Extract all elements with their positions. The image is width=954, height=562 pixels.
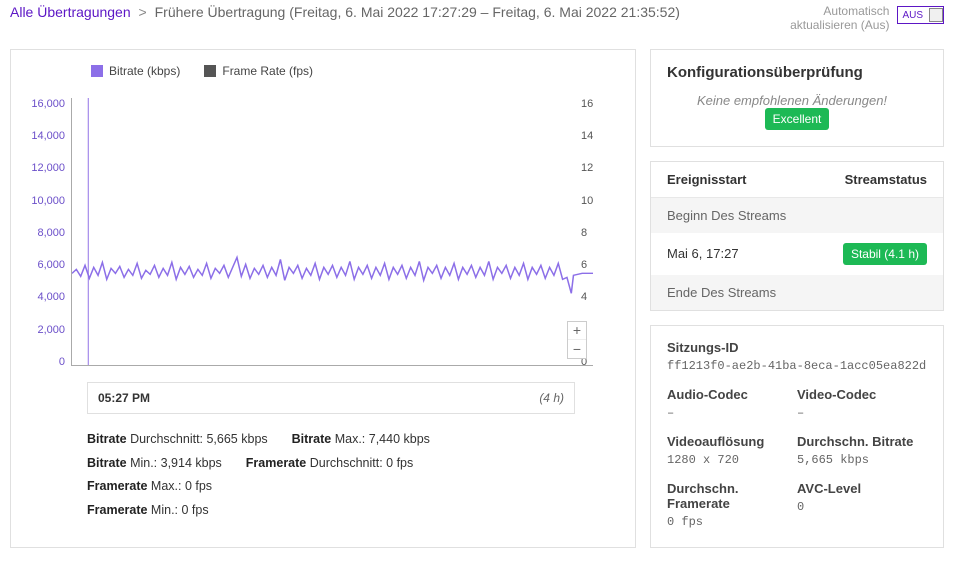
- event-stream-end-row: Ende Des Streams: [651, 275, 943, 310]
- avg-bitrate-value: 5,665 kbps: [797, 453, 927, 467]
- video-res-label: Videoauflösung: [667, 434, 797, 449]
- zoom-controls: + −: [567, 321, 587, 359]
- square-icon: [91, 65, 103, 77]
- event-stream-time-row: Mai 6, 17:27 Stabil (4.1 h): [651, 233, 943, 275]
- chevron-right-icon: >: [139, 4, 147, 20]
- chart-legend: Bitrate (kbps) Frame Rate (fps): [11, 64, 635, 78]
- video-codec-label: Video-Codec: [797, 387, 927, 402]
- toggle-knob-icon: [929, 8, 943, 22]
- avg-fps-label: Durchschn. Framerate: [667, 481, 797, 511]
- session-id-value: ff1213f0-ae2b-41ba-8eca-1acc05ea822d: [667, 359, 927, 373]
- y-left-axis: 16,000 14,000 12,000 10,000 8,000 6,000 …: [17, 94, 65, 374]
- avc-value: 0: [797, 500, 927, 514]
- chart-card: Bitrate (kbps) Frame Rate (fps) 16,000 1…: [10, 49, 636, 548]
- bitrate-line: [72, 98, 593, 365]
- stream-time: Mai 6, 17:27: [667, 246, 739, 261]
- legend-bitrate-label: Bitrate (kbps): [109, 64, 180, 78]
- x-start-time: 05:27 PM: [98, 391, 150, 405]
- excellent-badge: Excellent: [765, 108, 830, 130]
- plot-area[interactable]: + −: [71, 98, 593, 366]
- audio-codec-label: Audio-Codec: [667, 387, 797, 402]
- x-axis-info: 05:27 PM (4 h): [87, 382, 575, 414]
- square-icon: [204, 65, 216, 77]
- breadcrumb-root-link[interactable]: Alle Übertragungen: [10, 4, 131, 20]
- session-id-label: Sitzungs-ID: [667, 340, 927, 355]
- zoom-in-button[interactable]: +: [568, 322, 586, 340]
- autorefresh-toggle[interactable]: AUS: [897, 6, 944, 24]
- breadcrumb-current: Frühere Übertragung (Freitag, 6. Mai 202…: [155, 4, 680, 20]
- stable-badge: Stabil (4.1 h): [843, 243, 927, 265]
- autorefresh-label: Automatisch aktualisieren (Aus): [790, 4, 889, 33]
- avg-bitrate-label: Durchschn. Bitrate: [797, 434, 927, 449]
- autorefresh-toggle-label: AUS: [898, 10, 927, 21]
- video-codec-value: –: [797, 406, 927, 420]
- event-col-status: Streamstatus: [845, 172, 927, 187]
- chart-stats: Bitrate Durchschnitt: 5,665 kbps Bitrate…: [11, 424, 635, 523]
- event-col-start: Ereignisstart: [667, 172, 746, 187]
- config-title: Konfigurationsüberprüfung: [651, 50, 943, 93]
- event-panel: Ereignisstart Streamstatus Beginn Des St…: [650, 161, 944, 311]
- legend-bitrate[interactable]: Bitrate (kbps): [91, 64, 180, 78]
- video-res-value: 1280 x 720: [667, 453, 797, 467]
- session-panel: Sitzungs-ID ff1213f0-ae2b-41ba-8eca-1acc…: [650, 325, 944, 548]
- x-duration: (4 h): [539, 391, 564, 405]
- zoom-out-button[interactable]: −: [568, 340, 586, 358]
- breadcrumb: Alle Übertragungen > Frühere Übertragung…: [10, 4, 790, 20]
- config-check-panel: Konfigurationsüberprüfung Keine empfohle…: [650, 49, 944, 147]
- event-stream-begin-row: Beginn Des Streams: [651, 198, 943, 233]
- legend-framerate-label: Frame Rate (fps): [222, 64, 313, 78]
- chart-area[interactable]: 16,000 14,000 12,000 10,000 8,000 6,000 …: [11, 94, 635, 374]
- config-message: Keine empfohlenen Änderungen!: [697, 93, 887, 108]
- avg-fps-value: 0 fps: [667, 515, 797, 529]
- audio-codec-value: –: [667, 406, 797, 420]
- avc-label: AVC-Level: [797, 481, 927, 496]
- legend-framerate[interactable]: Frame Rate (fps): [204, 64, 313, 78]
